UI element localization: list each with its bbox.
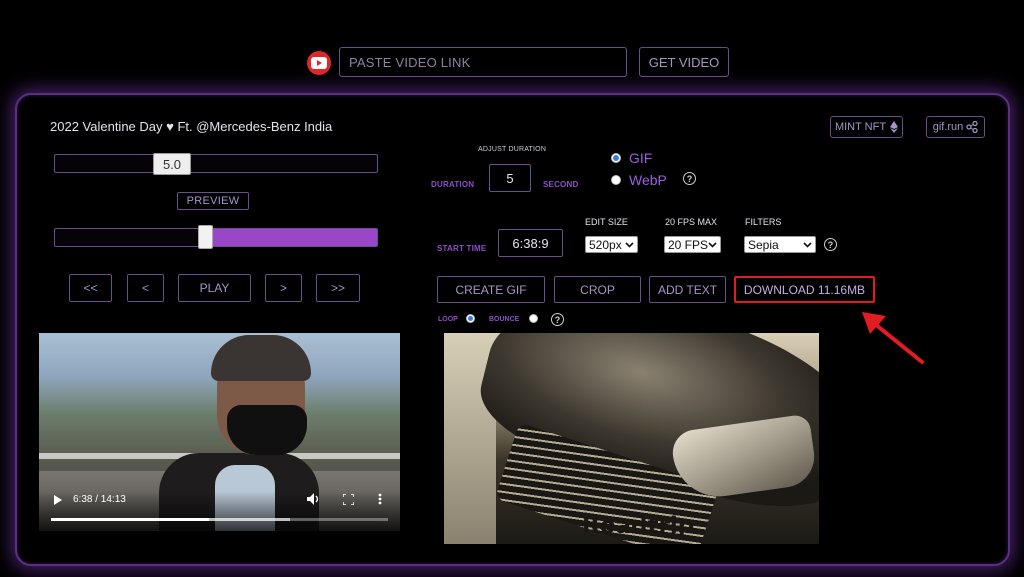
bounce-radio[interactable] xyxy=(529,314,538,323)
filters-select[interactable]: Sepia xyxy=(744,236,816,253)
volume-icon[interactable] xyxy=(307,493,321,505)
skip-forward-button[interactable]: > xyxy=(265,274,302,302)
crop-button[interactable]: CROP xyxy=(554,276,641,303)
position-slider-fill xyxy=(206,229,377,246)
player-time: 6:38 / 14:13 xyxy=(73,494,126,505)
skip-forward-far-button[interactable]: >> xyxy=(316,274,360,302)
video-link-input[interactable] xyxy=(339,47,627,77)
fps-select[interactable]: 20 FPS xyxy=(664,236,721,253)
gif-preview: Roadtrip xyxy=(444,333,819,544)
add-text-button[interactable]: ADD TEXT xyxy=(649,276,726,303)
fps-value: 20 FPS xyxy=(668,237,709,252)
position-slider-handle[interactable] xyxy=(198,225,213,249)
ethereum-icon xyxy=(890,121,899,133)
create-gif-button[interactable]: CREATE GIF xyxy=(437,276,545,303)
loop-radio[interactable] xyxy=(466,314,475,323)
skip-back-far-button[interactable]: << xyxy=(69,274,112,302)
format-help-icon[interactable]: ? xyxy=(683,172,696,185)
start-time-input[interactable]: 6:38:9 xyxy=(498,229,563,257)
second-label: SECOND xyxy=(543,180,579,189)
video-title: 2022 Valentine Day ♥ Ft. @Mercedes-Benz … xyxy=(50,119,333,134)
filters-help-icon[interactable]: ? xyxy=(824,238,837,251)
gifrun-label: gif.run xyxy=(932,121,964,133)
video-frame-mask xyxy=(227,405,307,455)
chevron-down-icon xyxy=(803,242,812,248)
video-player[interactable]: 6:38 / 14:13 xyxy=(39,333,400,531)
bounce-label: BOUNCE xyxy=(489,316,520,323)
gif-caption: Roadtrip xyxy=(582,513,695,539)
gifrun-share-button[interactable]: gif.run xyxy=(926,116,985,138)
loop-help-icon[interactable]: ? xyxy=(551,313,564,326)
share-icon xyxy=(966,121,978,133)
annotation-arrow-icon xyxy=(862,312,924,364)
position-slider-track[interactable] xyxy=(54,228,378,247)
adjust-duration-label: ADJUST DURATION xyxy=(478,146,547,153)
duration-label: DURATION xyxy=(431,180,475,189)
edit-size-label: EDIT SIZE xyxy=(585,217,628,227)
format-gif-label: GIF xyxy=(629,150,653,166)
fps-label: 20 FPS MAX xyxy=(665,217,718,227)
player-seek-bar[interactable] xyxy=(51,518,388,521)
duration-slider-handle[interactable]: 5.0 xyxy=(153,153,191,175)
mint-nft-label: MINT NFT xyxy=(834,121,887,133)
format-gif-option[interactable]: GIF xyxy=(611,150,652,166)
skip-back-button[interactable]: < xyxy=(127,274,164,302)
format-webp-label: WebP xyxy=(629,172,667,188)
preview-button[interactable]: PREVIEW xyxy=(177,192,249,210)
start-time-label: START TIME xyxy=(437,244,487,253)
filters-label: FILTERS xyxy=(745,217,782,227)
edit-size-value: 520px xyxy=(589,237,622,252)
player-play-icon[interactable] xyxy=(53,495,63,505)
player-seek-buffered xyxy=(209,518,291,521)
fullscreen-icon[interactable] xyxy=(343,494,354,505)
duration-slider-track[interactable] xyxy=(54,154,378,173)
youtube-icon xyxy=(307,51,331,75)
mint-nft-button[interactable]: MINT NFT xyxy=(830,116,903,138)
edit-size-select[interactable]: 520px xyxy=(585,236,638,253)
format-webp-radio[interactable] xyxy=(611,175,621,185)
format-gif-radio[interactable] xyxy=(611,153,621,163)
get-video-button[interactable]: GET VIDEO xyxy=(639,47,729,77)
chevron-down-icon xyxy=(708,240,717,249)
loop-label: LOOP xyxy=(438,316,458,323)
chevron-down-icon xyxy=(625,242,634,248)
download-button[interactable]: DOWNLOAD 11.16MB xyxy=(734,276,875,303)
filters-value: Sepia xyxy=(748,237,779,252)
more-options-icon[interactable] xyxy=(378,493,382,505)
play-button[interactable]: PLAY xyxy=(178,274,251,302)
player-seek-played xyxy=(51,518,210,521)
duration-input[interactable]: 5 xyxy=(489,164,531,192)
format-webp-option[interactable]: WebP xyxy=(611,172,667,188)
